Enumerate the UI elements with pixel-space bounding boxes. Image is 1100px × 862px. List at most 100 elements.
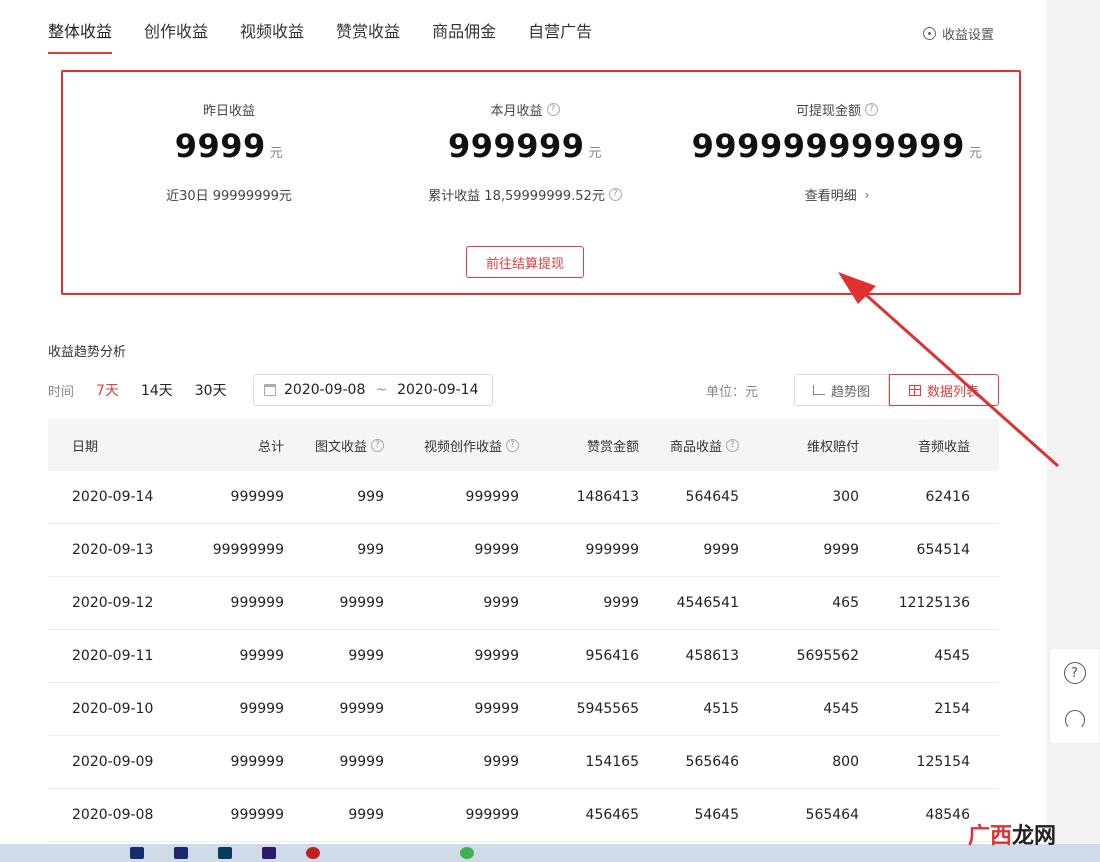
table-row: 2020-09-13 99999999 999 99999 999999 9999 9999…: [48, 524, 999, 577]
table-cell: 9999: [348, 648, 384, 664]
table-cell: 99999: [474, 648, 519, 664]
table-cell: 9999: [823, 542, 859, 558]
tab-video[interactable]: 视频收益: [240, 18, 304, 54]
table-row: 2020-09-14 999999 999 999999 1486413 564645 30…: [48, 471, 999, 524]
withdrawable-label: 可提现金额: [795, 104, 861, 119]
watermark-part2: 龙网: [1012, 824, 1057, 849]
yesterday-income: 昨日收益 9999 元 近30日 99999999元: [79, 100, 379, 204]
headset-icon[interactable]: [1064, 710, 1085, 730]
income-summary-card: 昨日收益 9999 元 近30日 99999999元 本月收益? 999999 元 …: [61, 70, 1021, 295]
question-icon[interactable]: ?: [726, 438, 739, 452]
tab-commission[interactable]: 商品佣金: [432, 18, 496, 54]
table-cell: 4515: [703, 701, 739, 717]
tab-overall[interactable]: 整体收益: [48, 18, 113, 54]
table-cell: 956416: [585, 648, 639, 664]
table-row: 2020-09-10 99999 99999 99999 5945565 4515 4545…: [48, 683, 999, 736]
taskbar-app-icon[interactable]: [130, 847, 144, 859]
table-cell: 5695562: [796, 648, 859, 664]
yesterday-value: 9999: [174, 127, 266, 165]
table-cell: 99999: [474, 701, 519, 717]
table-cell: 999999: [230, 754, 284, 770]
taskbar-app-icon[interactable]: [306, 847, 320, 859]
table-cell: 2020-09-14: [72, 489, 154, 505]
tab-appreciation[interactable]: 赞赏收益: [336, 18, 400, 54]
trend-chart-button[interactable]: 趋势图: [794, 374, 889, 406]
table-cell: 565464: [805, 807, 859, 823]
date-separator: ~: [375, 382, 388, 398]
trend-chart-label: 趋势图: [830, 384, 870, 400]
withdraw-button[interactable]: 前往结算提现: [466, 246, 584, 278]
taskbar-app-icon[interactable]: [218, 847, 232, 859]
range-7-days[interactable]: 7天: [96, 380, 119, 400]
table-cell: 99999: [239, 701, 284, 717]
table-cell: 48546: [925, 807, 970, 823]
withdrawable-amount: 可提现金额? 999999999999 元 查看明细 ›: [687, 100, 987, 204]
table-cell: 154165: [585, 754, 639, 770]
table-cell: 4545: [934, 648, 970, 664]
data-list-button[interactable]: 数据列表: [889, 374, 999, 406]
watermark-part1: 广西: [968, 824, 1013, 849]
last-30-days: 近30日 99999999元: [166, 189, 292, 204]
question-icon[interactable]: ?: [546, 103, 560, 116]
table-cell: 9999: [483, 595, 519, 611]
watermark-logo: 广西龙网: [968, 818, 1056, 850]
withdrawable-value: 999999999999: [691, 127, 965, 165]
gear-icon: [923, 27, 936, 40]
wechat-icon[interactable]: [460, 847, 474, 859]
header-appreciation: 赞赏金额: [586, 439, 639, 455]
view-details-label: 查看明细: [804, 189, 857, 204]
table-cell: 4546541: [676, 595, 739, 611]
tab-creation[interactable]: 创作收益: [144, 18, 208, 54]
table-row: 2020-09-08 999999 9999 999999 456465 54645 565…: [48, 789, 999, 842]
table-header: 日期 总计 图文收益? 视频创作收益? 赞赏金额 商品收益? 维权赔付 音频收益: [48, 419, 999, 471]
table-row: 2020-09-12 999999 99999 9999 9999 4546541 465 1…: [48, 577, 999, 630]
table-row: 2020-09-11 99999 9999 99999 956416 458613 5695…: [48, 630, 999, 683]
yesterday-label: 昨日收益: [202, 104, 255, 119]
table-cell: 456465: [585, 807, 639, 823]
table-cell: 999999: [465, 489, 519, 505]
taskbar-app-icon[interactable]: [262, 847, 276, 859]
header-video: 视频创作收益: [423, 439, 502, 455]
taskbar-start[interactable]: [0, 844, 100, 862]
table-cell: 2020-09-12: [72, 595, 154, 611]
table-cell: 1486413: [576, 489, 639, 505]
income-tabs: 整体收益 创作收益 视频收益 赞赏收益 商品佣金 自营广告: [48, 18, 624, 54]
month-income: 本月收益? 999999 元 累计收益 18,59999999.52元?: [375, 100, 675, 204]
table-cell: 2020-09-13: [72, 542, 154, 558]
table-cell: 9999: [348, 807, 384, 823]
header-total: 总计: [257, 439, 284, 455]
help-icon[interactable]: ?: [1063, 662, 1086, 684]
time-label: 时间: [48, 384, 75, 400]
view-details-link[interactable]: 查看明细 ›: [687, 185, 987, 205]
table-cell: 999: [357, 489, 384, 505]
table-cell: 565646: [685, 754, 739, 770]
table-cell: 999999: [230, 595, 284, 611]
range-30-days[interactable]: 30天: [195, 380, 227, 400]
taskbar-app-icon[interactable]: [174, 847, 188, 859]
question-icon[interactable]: ?: [371, 438, 384, 452]
table-cell: 99999999: [212, 542, 284, 558]
table-cell: 654514: [916, 542, 970, 558]
data-list-label: 数据列表: [926, 384, 979, 400]
question-icon[interactable]: ?: [608, 188, 622, 201]
table-cell: 54645: [694, 807, 739, 823]
trend-title: 收益趋势分析: [48, 345, 127, 360]
table-cell: 999999: [585, 542, 639, 558]
question-icon[interactable]: ?: [865, 103, 878, 116]
question-icon[interactable]: ?: [506, 438, 519, 452]
table-cell: 999999: [230, 489, 284, 505]
table-cell: 564645: [685, 489, 739, 505]
view-toggle: 趋势图 数据列表: [794, 374, 999, 406]
table-cell: 2020-09-10: [72, 701, 154, 717]
income-settings-button[interactable]: 收益设置: [923, 24, 994, 43]
header-compensation: 维权赔付: [806, 439, 859, 455]
table-cell: 458613: [685, 648, 739, 664]
tab-self-ads[interactable]: 自营广告: [528, 18, 592, 54]
chevron-right-icon: ›: [864, 187, 870, 202]
table-cell: 2020-09-11: [72, 648, 154, 664]
cumulative-income: 累计收益 18,59999999.52元: [428, 189, 605, 204]
range-14-days[interactable]: 14天: [141, 380, 173, 400]
income-table: 日期 总计 图文收益? 视频创作收益? 赞赏金额 商品收益? 维权赔付 音频收益…: [48, 419, 999, 842]
date-range-picker[interactable]: 2020-09-08 ~ 2020-09-14: [253, 374, 493, 406]
date-start: 2020-09-08: [284, 382, 366, 398]
